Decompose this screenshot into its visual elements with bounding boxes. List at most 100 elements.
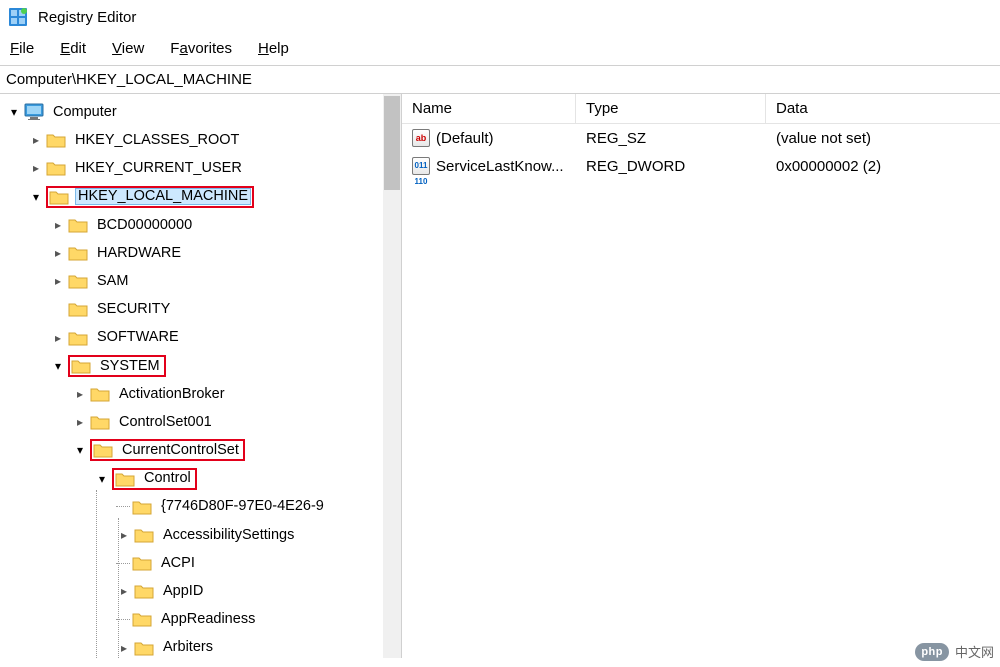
folder-icon bbox=[68, 272, 88, 290]
watermark-badge: php bbox=[915, 643, 949, 661]
tree-node-bcd[interactable]: ▸ BCD00000000 bbox=[6, 211, 401, 239]
tree-node-sam[interactable]: ▸ SAM bbox=[6, 267, 401, 295]
folder-icon bbox=[71, 357, 91, 375]
tree-node-computer[interactable]: ▾ Computer bbox=[6, 98, 401, 126]
chevron-right-icon[interactable]: ▸ bbox=[28, 134, 44, 146]
tree-label: BCD00000000 bbox=[94, 217, 195, 234]
chevron-down-icon[interactable]: ▾ bbox=[94, 473, 110, 485]
value-row[interactable]: 011110 ServiceLastKnow... REG_DWORD 0x00… bbox=[402, 152, 1000, 180]
menu-edit[interactable]: Edit bbox=[60, 40, 86, 57]
chevron-down-icon[interactable]: ▾ bbox=[72, 444, 88, 456]
main-split: ▾ Computer ▸ HKEY_CLASSES_ROOT ▸ HKEY_CU… bbox=[0, 94, 1000, 658]
tree-label: AppID bbox=[160, 583, 206, 600]
value-data: (value not set) bbox=[766, 128, 1000, 149]
value-row[interactable]: ab (Default) REG_SZ (value not set) bbox=[402, 124, 1000, 152]
folder-icon bbox=[68, 216, 88, 234]
folder-icon bbox=[115, 470, 135, 488]
value-pane: Name Type Data ab (Default) REG_SZ (valu… bbox=[402, 94, 1000, 658]
tree-guide-line bbox=[96, 490, 97, 658]
tree-label: Control bbox=[141, 470, 194, 487]
tree-node-control[interactable]: ▾ Control bbox=[6, 464, 401, 492]
tree-label: HARDWARE bbox=[94, 245, 184, 262]
folder-icon bbox=[90, 385, 110, 403]
tree-node-software[interactable]: ▸ SOFTWARE bbox=[6, 324, 401, 352]
folder-icon bbox=[68, 329, 88, 347]
tree-node-acpi[interactable]: ACPI bbox=[6, 549, 401, 577]
column-name[interactable]: Name bbox=[402, 94, 576, 123]
folder-icon bbox=[134, 582, 154, 600]
dword-value-icon: 011110 bbox=[412, 157, 430, 175]
tree-node-appreadiness[interactable]: AppReadiness bbox=[6, 605, 401, 633]
string-value-icon: ab bbox=[412, 129, 430, 147]
tree-label: HKEY_CURRENT_USER bbox=[72, 160, 245, 177]
folder-icon bbox=[90, 413, 110, 431]
tree-node-hklm[interactable]: ▾ HKEY_LOCAL_MACHINE bbox=[6, 183, 401, 211]
chevron-right-icon[interactable]: ▸ bbox=[50, 332, 66, 344]
app-title: Registry Editor bbox=[38, 9, 136, 26]
menu-bar: File Edit View Favorites Help bbox=[0, 34, 1000, 66]
tree-label: AccessibilitySettings bbox=[160, 527, 297, 544]
tree-guide-line bbox=[118, 518, 119, 658]
menu-help[interactable]: Help bbox=[258, 40, 289, 57]
tree-node-controlset001[interactable]: ▸ ControlSet001 bbox=[6, 408, 401, 436]
tree-node-security[interactable]: ▸ SECURITY bbox=[6, 295, 401, 323]
tree-connector bbox=[116, 506, 130, 507]
tree-label: SOFTWARE bbox=[94, 329, 182, 346]
watermark: php 中文网 bbox=[915, 642, 994, 661]
tree-node-appid[interactable]: ▸ AppID bbox=[6, 577, 401, 605]
menu-favorites[interactable]: Favorites bbox=[170, 40, 232, 57]
folder-icon bbox=[132, 554, 152, 572]
folder-icon bbox=[68, 300, 88, 318]
tree-label: HKEY_LOCAL_MACHINE bbox=[75, 188, 251, 205]
tree-pane: ▾ Computer ▸ HKEY_CLASSES_ROOT ▸ HKEY_CU… bbox=[0, 94, 402, 658]
value-name: ServiceLastKnow... bbox=[436, 158, 564, 175]
tree-label: SAM bbox=[94, 273, 131, 290]
column-headers[interactable]: Name Type Data bbox=[402, 94, 1000, 124]
value-type: REG_DWORD bbox=[576, 156, 766, 177]
scrollbar-track[interactable] bbox=[383, 94, 401, 658]
menu-file[interactable]: File bbox=[10, 40, 34, 57]
folder-icon bbox=[132, 498, 152, 516]
chevron-down-icon[interactable]: ▾ bbox=[50, 360, 66, 372]
computer-icon bbox=[24, 103, 44, 121]
tree-label: ACPI bbox=[158, 555, 198, 572]
column-type[interactable]: Type bbox=[576, 94, 766, 123]
chevron-right-icon[interactable]: ▸ bbox=[50, 247, 66, 259]
tree-node-hkcu[interactable]: ▸ HKEY_CURRENT_USER bbox=[6, 154, 401, 182]
chevron-down-icon[interactable]: ▾ bbox=[6, 106, 22, 118]
chevron-right-icon[interactable]: ▸ bbox=[72, 388, 88, 400]
folder-icon bbox=[46, 131, 66, 149]
chevron-down-icon[interactable]: ▾ bbox=[28, 191, 44, 203]
tree-label: AppReadiness bbox=[158, 611, 258, 628]
tree-label: ActivationBroker bbox=[116, 386, 228, 403]
tree-node-activationbroker[interactable]: ▸ ActivationBroker bbox=[6, 380, 401, 408]
tree-label: ControlSet001 bbox=[116, 414, 215, 431]
tree-node-hkcr[interactable]: ▸ HKEY_CLASSES_ROOT bbox=[6, 126, 401, 154]
tree-node-hardware[interactable]: ▸ HARDWARE bbox=[6, 239, 401, 267]
column-data[interactable]: Data bbox=[766, 94, 1000, 123]
watermark-text: 中文网 bbox=[955, 642, 994, 661]
chevron-right-icon[interactable]: ▸ bbox=[72, 416, 88, 428]
tree-node-accessibility[interactable]: ▸ AccessibilitySettings bbox=[6, 521, 401, 549]
folder-icon bbox=[134, 639, 154, 657]
tree-node-system[interactable]: ▾ SYSTEM bbox=[6, 352, 401, 380]
folder-icon bbox=[49, 188, 69, 206]
tree-node-guid[interactable]: {7746D80F-97E0-4E26-9 bbox=[6, 493, 401, 521]
address-bar[interactable]: Computer\HKEY_LOCAL_MACHINE bbox=[0, 66, 1000, 94]
regedit-icon bbox=[8, 7, 28, 27]
tree-label: CurrentControlSet bbox=[119, 442, 242, 459]
tree-label: {7746D80F-97E0-4E26-9 bbox=[158, 498, 327, 515]
chevron-right-icon[interactable]: ▸ bbox=[50, 275, 66, 287]
chevron-right-icon[interactable]: ▸ bbox=[28, 162, 44, 174]
menu-view[interactable]: View bbox=[112, 40, 144, 57]
registry-tree[interactable]: ▾ Computer ▸ HKEY_CLASSES_ROOT ▸ HKEY_CU… bbox=[0, 94, 401, 658]
tree-node-arbiters[interactable]: ▸ Arbiters bbox=[6, 634, 401, 658]
address-path: Computer\HKEY_LOCAL_MACHINE bbox=[6, 71, 252, 88]
folder-icon bbox=[93, 441, 113, 459]
tree-label: SECURITY bbox=[94, 301, 173, 318]
scrollbar-thumb[interactable] bbox=[384, 96, 400, 190]
tree-node-currentcontrolset[interactable]: ▾ CurrentControlSet bbox=[6, 436, 401, 464]
chevron-right-icon[interactable]: ▸ bbox=[50, 219, 66, 231]
tree-label-computer: Computer bbox=[50, 104, 120, 121]
value-type: REG_SZ bbox=[576, 128, 766, 149]
